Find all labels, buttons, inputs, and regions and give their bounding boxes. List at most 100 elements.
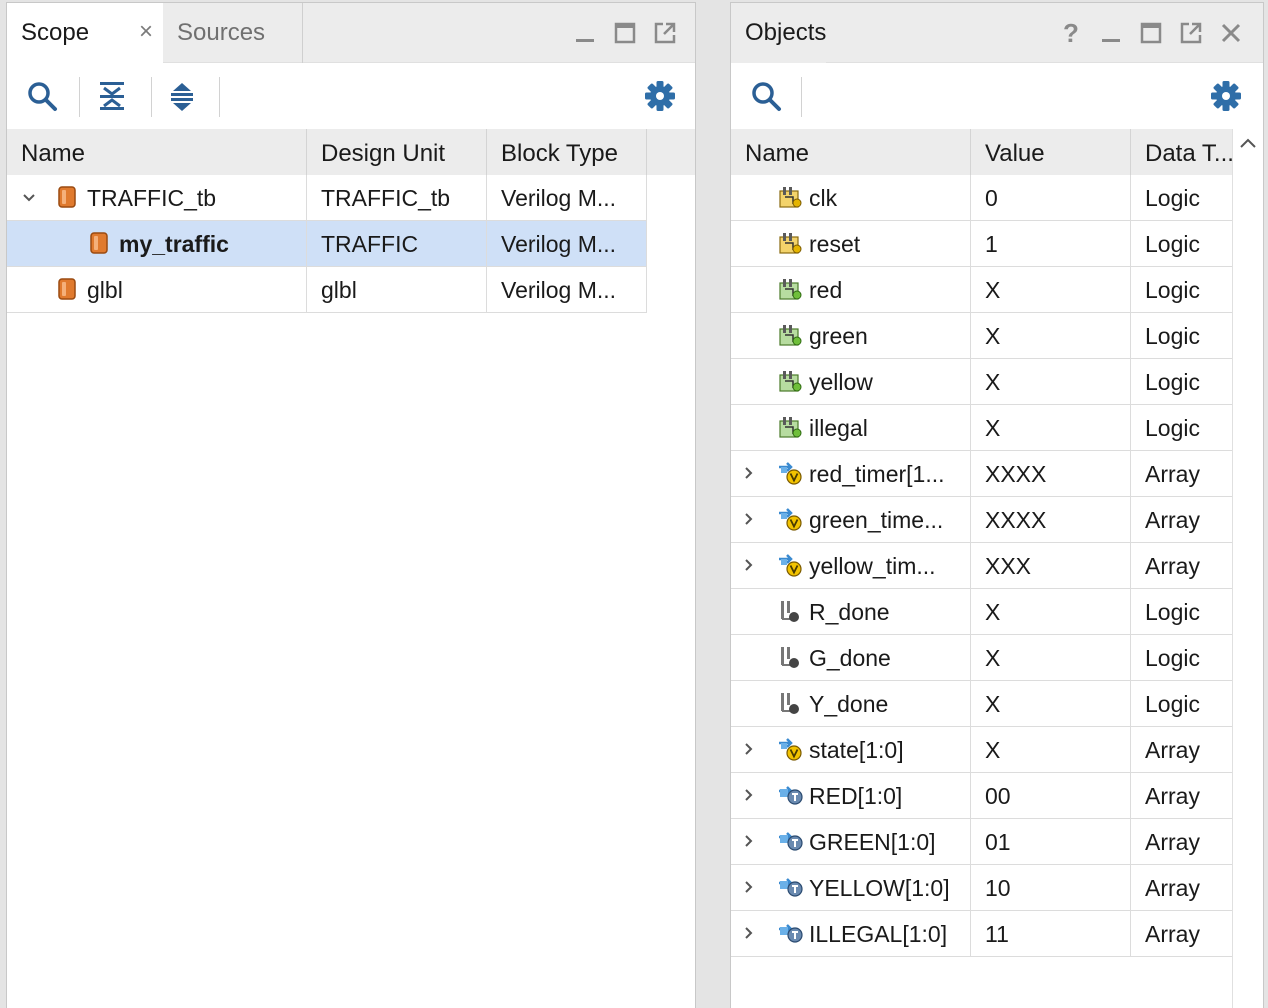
- constant-icon: [777, 875, 805, 899]
- chevron-right-icon[interactable]: [739, 497, 759, 542]
- float-window-icon[interactable]: [1179, 21, 1203, 45]
- column-header-block-type[interactable]: Block Type: [487, 129, 647, 175]
- close-icon[interactable]: [1219, 21, 1243, 45]
- block-type-cell: Verilog M...: [487, 221, 647, 267]
- object-name: ILLEGAL[1:0]: [809, 921, 948, 947]
- chevron-right-icon[interactable]: [739, 773, 759, 818]
- object-name: green: [809, 323, 868, 349]
- object-name-cell: RED[1:0]: [731, 773, 971, 819]
- object-name: illegal: [809, 415, 868, 441]
- object-value-cell: 00: [971, 773, 1131, 819]
- object-value-cell: X: [971, 313, 1131, 359]
- scope-name: TRAFFIC_tb: [87, 185, 217, 211]
- scope-name-cell: my_traffic: [7, 221, 307, 267]
- maximize-icon[interactable]: [1139, 21, 1163, 45]
- object-type-cell: Array: [1131, 727, 1235, 773]
- column-header-value[interactable]: Value: [971, 129, 1131, 175]
- object-name: green_time...: [809, 507, 944, 533]
- chevron-right-icon[interactable]: [739, 819, 759, 864]
- maximize-icon[interactable]: [613, 21, 637, 45]
- design-unit-cell: TRAFFIC: [307, 221, 487, 267]
- tab-scope-label: Scope: [21, 19, 90, 46]
- column-header-name[interactable]: Name: [731, 129, 971, 175]
- toolbar-separator: [79, 77, 80, 117]
- search-icon[interactable]: [25, 79, 59, 113]
- object-name-cell: red_timer[1...: [731, 451, 971, 497]
- scope-name-cell: glbl: [7, 267, 307, 313]
- close-icon[interactable]: ×: [135, 20, 157, 44]
- gear-icon[interactable]: [1209, 79, 1243, 113]
- search-icon[interactable]: [749, 79, 783, 113]
- vertical-scrollbar[interactable]: [1232, 129, 1263, 1008]
- scope-name: glbl: [87, 277, 123, 303]
- gear-icon[interactable]: [643, 79, 677, 113]
- object-value-cell: X: [971, 681, 1131, 727]
- object-type-cell: Array: [1131, 819, 1235, 865]
- expand-all-icon[interactable]: [165, 79, 199, 113]
- object-name: RED[1:0]: [809, 783, 903, 809]
- minimize-icon[interactable]: [573, 21, 597, 45]
- chevron-right-icon[interactable]: [739, 451, 759, 496]
- object-name: yellow: [809, 369, 873, 395]
- float-window-icon[interactable]: [653, 21, 677, 45]
- object-name-cell: YELLOW[1:0]: [731, 865, 971, 911]
- chevron-right-icon[interactable]: [739, 865, 759, 910]
- column-header-design-unit[interactable]: Design Unit: [307, 129, 487, 175]
- variable-icon: [777, 461, 805, 485]
- object-name-cell: GREEN[1:0]: [731, 819, 971, 865]
- chevron-down-icon[interactable]: [19, 175, 39, 220]
- object-name: R_done: [809, 599, 890, 625]
- object-type-cell: Logic: [1131, 589, 1235, 635]
- object-type-cell: Logic: [1131, 267, 1235, 313]
- object-value-cell: X: [971, 727, 1131, 773]
- objects-titlebar: Objects ?: [731, 3, 1263, 63]
- object-name-cell: reset: [731, 221, 971, 267]
- chevron-right-icon[interactable]: [739, 911, 759, 956]
- scope-panel: Scope × Sources Name Design Unit Block T…: [6, 2, 696, 1008]
- object-name-cell: yellow_tim...: [731, 543, 971, 589]
- object-value-cell: XXXX: [971, 497, 1131, 543]
- collapse-all-icon[interactable]: [95, 79, 129, 113]
- module-icon: [89, 231, 109, 255]
- module-icon: [57, 185, 77, 209]
- minimize-icon[interactable]: [1099, 21, 1123, 45]
- block-type-cell: Verilog M...: [487, 267, 647, 313]
- object-name-cell: Y_done: [731, 681, 971, 727]
- object-name: yellow_tim...: [809, 553, 936, 579]
- object-name-cell: R_done: [731, 589, 971, 635]
- tab-scope[interactable]: Scope ×: [7, 3, 163, 63]
- object-name-cell: G_done: [731, 635, 971, 681]
- design-unit-cell: TRAFFIC_tb: [307, 175, 487, 221]
- object-type-cell: Array: [1131, 911, 1235, 957]
- scope-name-cell: TRAFFIC_tb: [7, 175, 307, 221]
- object-name: clk: [809, 185, 838, 211]
- chevron-right-icon[interactable]: [739, 543, 759, 588]
- scroll-up-icon[interactable]: [1237, 135, 1259, 151]
- column-header-filler: [647, 129, 695, 175]
- object-name-cell: illegal: [731, 405, 971, 451]
- help-icon[interactable]: ?: [1059, 20, 1083, 46]
- input-signal-icon: [777, 185, 803, 209]
- variable-icon: [777, 507, 805, 531]
- object-type-cell: Array: [1131, 497, 1235, 543]
- internal-signal-icon: [777, 599, 803, 623]
- internal-signal-icon: [777, 691, 803, 715]
- output-signal-icon: [777, 415, 803, 439]
- object-value-cell: 0: [971, 175, 1131, 221]
- scope-toolbar: [7, 63, 695, 129]
- object-value-cell: X: [971, 405, 1131, 451]
- object-value-cell: X: [971, 589, 1131, 635]
- output-signal-icon: [777, 277, 803, 301]
- design-unit-cell: glbl: [307, 267, 487, 313]
- object-type-cell: Array: [1131, 773, 1235, 819]
- object-name: Y_done: [809, 691, 889, 717]
- chevron-right-icon[interactable]: [739, 727, 759, 772]
- object-name: state[1:0]: [809, 737, 904, 763]
- tab-sources[interactable]: Sources: [163, 3, 303, 63]
- column-header-data-type[interactable]: Data T...: [1131, 129, 1235, 175]
- column-header-name[interactable]: Name: [7, 129, 307, 175]
- object-type-cell: Logic: [1131, 175, 1235, 221]
- object-value-cell: 01: [971, 819, 1131, 865]
- objects-title: Objects: [731, 3, 827, 63]
- object-value-cell: X: [971, 635, 1131, 681]
